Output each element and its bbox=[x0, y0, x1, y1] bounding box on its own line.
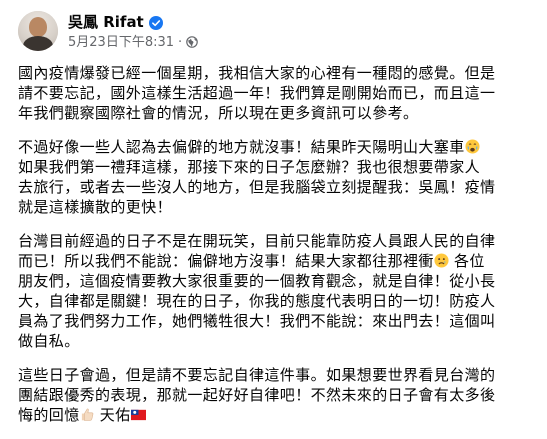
post-paragraph-4: 這些日子會過，但是請不要忘記自律這件事。如果想要世界看見台灣的 團結跟優秀的表現… bbox=[18, 365, 528, 425]
post-line: 悔的回憶 天佑 bbox=[18, 405, 528, 425]
post-line: 台灣目前經過的日子不是在開玩笑，目前只能靠防疫人員跟人民的自律 bbox=[18, 232, 496, 250]
post-line-text: 天佑 bbox=[99, 406, 131, 424]
post-line: 就是這樣擴散的更快！ bbox=[18, 198, 173, 216]
post-line-tail: 各位 bbox=[448, 252, 485, 270]
post-line: 不過好像一些人認為去偏僻的地方就沒事！結果昨天陽明山大塞車 bbox=[18, 137, 528, 157]
post-line: 去旅行，或者去一些沒人的地方，但是我腦袋立刻提醒我：吳鳳！疫情 bbox=[18, 178, 496, 196]
post-paragraph-2: 不過好像一些人認為去偏僻的地方就沒事！結果昨天陽明山大塞車 如果我們第一禮拜這樣… bbox=[18, 137, 528, 217]
author-name[interactable]: 吳鳳 Rifat bbox=[68, 12, 144, 32]
post-line: 員為了我們努力工作，她們犧牲很大！我們不能說：來出門去！這個叫 bbox=[18, 312, 496, 330]
post-header-text: 吳鳳 Rifat 5月23日下午8:31 · bbox=[68, 12, 198, 51]
post-line: 國內疫情爆發已經一個星期，我相信大家的心裡有一種悶的感覺。但是 bbox=[18, 64, 496, 82]
post-timestamp[interactable]: 5月23日下午8:31 bbox=[68, 34, 174, 51]
post-line: 如果我們第一禮拜這樣，那接下來的日子怎麼辦？我也很想要帶家人 bbox=[18, 158, 481, 176]
globe-icon[interactable] bbox=[186, 36, 198, 48]
post-line: 朋友們，這個疫情要教大家很重要的一個教育觀念，就是自律！從小長 bbox=[18, 272, 496, 290]
post-header: 吳鳳 Rifat 5月23日下午8:31 · bbox=[18, 8, 198, 54]
post-line-text: 而已！所以我們不能說：偏僻地方沒事！結果大家都往那裡衝 bbox=[18, 252, 434, 270]
post-line: 請不要忘記，國外這樣生活超過一年！我們算是剛開始而已，而且這一 bbox=[18, 84, 496, 102]
post-line-text: 悔的回憶 bbox=[18, 406, 80, 424]
avatar[interactable] bbox=[18, 11, 58, 51]
post-line: 大，自律都是關鍵！現在的日子，你我的態度代表明日的一切！防疫人 bbox=[18, 292, 496, 310]
crying-face-icon bbox=[465, 139, 480, 154]
post-paragraph-1: 國內疫情爆發已經一個星期，我相信大家的心裡有一種悶的感覺。但是 請不要忘記，國外… bbox=[18, 63, 528, 123]
author-row: 吳鳳 Rifat bbox=[68, 12, 198, 32]
verified-badge-icon bbox=[148, 15, 163, 30]
post-line: 團結跟優秀的表現，那就一起好好自律吧！不然未來的日子會有太多後 bbox=[18, 386, 496, 404]
post-line: 年我們觀察國際社會的情況，所以現在更多資訊可以參考。 bbox=[18, 104, 419, 122]
post-meta: 5月23日下午8:31 · bbox=[68, 34, 198, 51]
post-line: 做自私。 bbox=[18, 332, 80, 350]
post-line: 這些日子會過，但是請不要忘記自律這件事。如果想要世界看見台灣的 bbox=[18, 366, 496, 384]
post-body: 國內疫情爆發已經一個星期，我相信大家的心裡有一種悶的感覺。但是 請不要忘記，國外… bbox=[18, 63, 528, 439]
post-line-text: 不過好像一些人認為去偏僻的地方就沒事！結果昨天陽明山大塞車 bbox=[18, 138, 465, 156]
taiwan-flag-icon bbox=[130, 407, 146, 422]
post-paragraph-3: 台灣目前經過的日子不是在開玩笑，目前只能靠防疫人員跟人民的自律 而已！所以我們不… bbox=[18, 231, 528, 351]
post-line: 而已！所以我們不能說：偏僻地方沒事！結果大家都往那裡衝 各位 bbox=[18, 251, 528, 271]
meta-separator: · bbox=[178, 34, 183, 50]
thumbs-up-icon bbox=[80, 407, 95, 422]
sad-face-icon bbox=[434, 253, 449, 268]
